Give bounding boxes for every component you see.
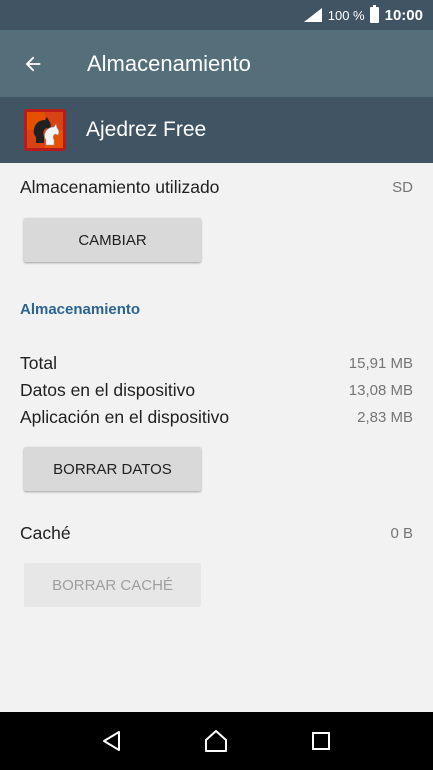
chess-app-icon: [24, 109, 66, 151]
battery-percentage: 100 %: [327, 7, 365, 23]
toolbar: Almacenamiento: [0, 30, 433, 97]
page-title: Almacenamiento: [87, 50, 251, 76]
status-bar: 100 % 10:00: [0, 0, 433, 30]
square-recents-icon: [311, 732, 330, 750]
device-app-value: 2,83 MB: [357, 409, 413, 426]
arrow-back-icon: [25, 56, 41, 71]
device-app-row: Aplicación en el dispositivo 2,83 MB: [20, 407, 413, 428]
storage-used-row: Almacenamiento utilizado SD: [20, 177, 413, 198]
device-data-row: Datos en el dispositivo 13,08 MB: [20, 380, 413, 401]
total-value: 15,91 MB: [348, 355, 413, 372]
total-label: Total: [20, 353, 57, 373]
back-button[interactable]: [0, 30, 66, 97]
signal-icon: [303, 8, 322, 22]
battery-icon: [369, 5, 379, 23]
nav-back-button[interactable]: [87, 716, 137, 766]
cache-label: Caché: [20, 523, 71, 543]
nav-home-button[interactable]: [191, 716, 241, 766]
app-header: Ajedrez Free: [0, 97, 433, 163]
cache-value: 0 B: [390, 525, 413, 542]
clear-data-button[interactable]: BORRAR DATOS: [24, 447, 201, 491]
device-data-label: Datos en el dispositivo: [20, 380, 196, 400]
cache-row: Caché 0 B: [20, 523, 413, 544]
storage-used-value: SD: [392, 179, 413, 196]
triangle-back-icon: [103, 731, 121, 751]
app-name: Ajedrez Free: [86, 118, 207, 141]
clock: 10:00: [384, 6, 423, 24]
device-data-value: 13,08 MB: [348, 382, 413, 399]
storage-content: Almacenamiento utilizado SD CAMBIAR Alma…: [0, 163, 433, 712]
storage-used-label: Almacenamiento utilizado: [20, 177, 220, 197]
navigation-bar: [0, 712, 433, 770]
home-icon: [205, 730, 228, 752]
clear-cache-button[interactable]: BORRAR CACHÉ: [24, 563, 201, 607]
change-button[interactable]: CAMBIAR: [24, 218, 201, 262]
storage-section-header: Almacenamiento: [20, 301, 141, 318]
device-app-label: Aplicación en el dispositivo: [20, 407, 230, 427]
total-row: Total 15,91 MB: [20, 353, 413, 374]
nav-recents-button[interactable]: [296, 716, 346, 766]
